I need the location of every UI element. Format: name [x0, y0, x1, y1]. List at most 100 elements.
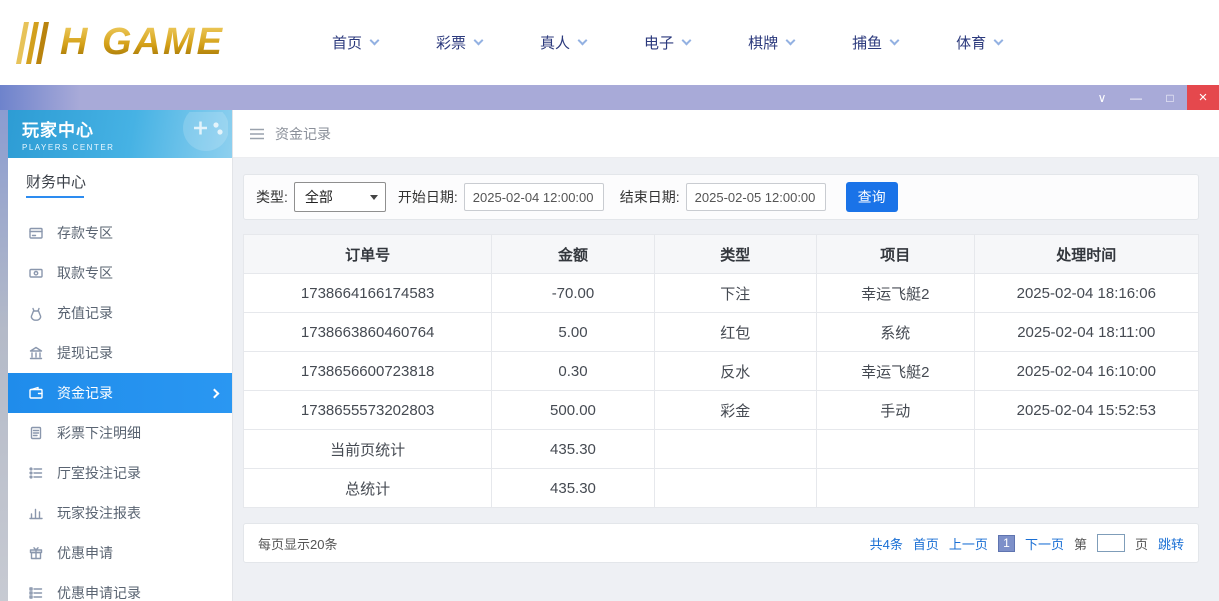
chevron-down-icon	[578, 36, 588, 46]
window-maximize-button[interactable]: □	[1153, 85, 1187, 110]
next-page-link[interactable]: 下一页	[1025, 534, 1064, 553]
select-caret-icon	[370, 195, 378, 200]
sidebar-subtitle: PLAYERS CENTER	[22, 143, 114, 152]
table-cell: 435.30	[492, 430, 654, 469]
sidebar-item-funds-records[interactable]: 资金记录	[8, 373, 232, 413]
bank-icon	[28, 345, 44, 361]
end-date-label: 结束日期:	[620, 187, 680, 207]
table-cell	[974, 469, 1198, 508]
sidebar-item-player-bet-report[interactable]: 玩家投注报表	[8, 493, 232, 533]
menu-toggle-icon[interactable]	[249, 128, 265, 140]
sidebar-item-recharge-records[interactable]: 充值记录	[8, 293, 232, 333]
table-cell: 幸运飞艇2	[816, 274, 974, 313]
sidebar-item-label: 玩家投注报表	[57, 503, 141, 523]
end-date-input[interactable]	[686, 183, 826, 211]
nav-label: 电子	[644, 32, 674, 53]
type-select[interactable]: 全部	[294, 182, 386, 212]
list-icon	[28, 465, 44, 481]
total-count: 共4条	[870, 534, 903, 553]
table-row: 1738663860460764 5.00 红包 系统 2025-02-04 1…	[244, 313, 1199, 352]
chevron-right-icon	[210, 388, 220, 398]
sidebar-item-hall-bet-records[interactable]: 厅室投注记录	[8, 453, 232, 493]
table-row: 1738656600723818 0.30 反水 幸运飞艇2 2025-02-0…	[244, 352, 1199, 391]
table-row: 1738655573202803 500.00 彩金 手动 2025-02-04…	[244, 391, 1199, 430]
banknote-icon	[28, 265, 44, 281]
sidebar-item-lottery-bet-details[interactable]: 彩票下注明细	[8, 413, 232, 453]
wallet-icon	[28, 385, 44, 401]
pagination-bar: 每页显示20条 共4条 首页 上一页 1 下一页 第 页 跳转	[243, 523, 1199, 563]
window-minimize-button[interactable]: —	[1119, 85, 1153, 110]
type-select-value: 全部	[305, 187, 333, 207]
sidebar-item-promo-apply-records[interactable]: 优惠申请记录	[8, 573, 232, 601]
breadcrumb: 资金记录	[233, 110, 1219, 158]
table-header-row: 订单号 金额 类型 项目 处理时间	[244, 235, 1199, 274]
table-cell	[816, 430, 974, 469]
jump-prefix-label: 第	[1074, 534, 1087, 553]
table-cell: 反水	[654, 352, 816, 391]
nav-item-lottery[interactable]: 彩票	[436, 32, 482, 53]
window-titlebar: ∨ — □ ×	[0, 85, 1219, 110]
gift-icon	[28, 545, 44, 561]
table-cell: -70.00	[492, 274, 654, 313]
chevron-down-icon	[786, 36, 796, 46]
table-cell: 1738664166174583	[244, 274, 492, 313]
sidebar-item-label: 存款专区	[57, 223, 113, 243]
query-button[interactable]: 查询	[846, 182, 898, 212]
logo[interactable]: H GAME	[14, 18, 294, 68]
jump-button[interactable]: 跳转	[1158, 534, 1184, 553]
sidebar-item-withdraw[interactable]: 取款专区	[8, 253, 232, 293]
sidebar: 玩家中心 PLAYERS CENTER 财务中心 存款专区	[8, 110, 233, 601]
start-date-label: 开始日期:	[398, 187, 458, 207]
sidebar-item-promo-apply[interactable]: 优惠申请	[8, 533, 232, 573]
chevron-down-icon	[370, 36, 380, 46]
pager: 共4条 首页 上一页 1 下一页 第 页 跳转	[870, 534, 1184, 553]
first-page-link[interactable]: 首页	[913, 534, 939, 553]
table-cell: 下注	[654, 274, 816, 313]
nav-item-sports[interactable]: 体育	[956, 32, 1002, 53]
gamepad-icon	[170, 112, 228, 156]
table-cell: 0.30	[492, 352, 654, 391]
table-row-grand-total: 总统计 435.30	[244, 469, 1199, 508]
window-collapse-button[interactable]: ∨	[1085, 85, 1119, 110]
nav-item-fishing[interactable]: 捕鱼	[852, 32, 898, 53]
site-header: H GAME 首页 彩票 真人 电子 棋牌 捕鱼 体育	[0, 0, 1219, 85]
sidebar-section-title: 财务中心	[8, 158, 232, 205]
sidebar-item-withdrawal-records[interactable]: 提现记录	[8, 333, 232, 373]
sidebar-item-label: 提现记录	[57, 343, 113, 363]
col-header-time: 处理时间	[974, 235, 1198, 274]
table-cell	[654, 430, 816, 469]
app-window: 玩家中心 PLAYERS CENTER 财务中心 存款专区	[0, 110, 1219, 601]
main-content: 资金记录 类型: 全部 开始日期: 结束日期: 查询	[233, 110, 1219, 601]
money-bag-icon	[28, 305, 44, 321]
nav-label: 棋牌	[748, 32, 778, 53]
sidebar-item-label: 彩票下注明细	[57, 423, 141, 443]
logo-text: H GAME	[60, 21, 224, 64]
window-left-border	[0, 110, 8, 601]
nav-item-electronic[interactable]: 电子	[644, 32, 690, 53]
prev-page-link[interactable]: 上一页	[949, 534, 988, 553]
table-cell: 2025-02-04 18:16:06	[974, 274, 1198, 313]
table-cell: 当前页统计	[244, 430, 492, 469]
table-cell: 系统	[816, 313, 974, 352]
col-header-project: 项目	[816, 235, 974, 274]
sidebar-title: 玩家中心	[22, 116, 114, 141]
page-jump-input[interactable]	[1097, 534, 1125, 552]
main-nav: 首页 彩票 真人 电子 棋牌 捕鱼 体育	[332, 32, 1002, 53]
chevron-down-icon	[474, 36, 484, 46]
nav-item-home[interactable]: 首页	[332, 32, 378, 53]
document-icon	[28, 425, 44, 441]
sidebar-item-deposit[interactable]: 存款专区	[8, 213, 232, 253]
table-cell: 红包	[654, 313, 816, 352]
type-label: 类型:	[256, 187, 288, 207]
nav-item-live[interactable]: 真人	[540, 32, 586, 53]
table-row-page-total: 当前页统计 435.30	[244, 430, 1199, 469]
sidebar-item-label: 资金记录	[57, 383, 113, 403]
start-date-input[interactable]	[464, 183, 604, 211]
current-page-badge[interactable]: 1	[998, 535, 1015, 552]
window-close-button[interactable]: ×	[1187, 85, 1219, 110]
sidebar-section-label: 财务中心	[26, 171, 86, 192]
table-cell: 手动	[816, 391, 974, 430]
funds-table: 订单号 金额 类型 项目 处理时间 1738664166174583 -70.0…	[243, 234, 1199, 508]
nav-item-chess[interactable]: 棋牌	[748, 32, 794, 53]
table-cell: 2025-02-04 18:11:00	[974, 313, 1198, 352]
